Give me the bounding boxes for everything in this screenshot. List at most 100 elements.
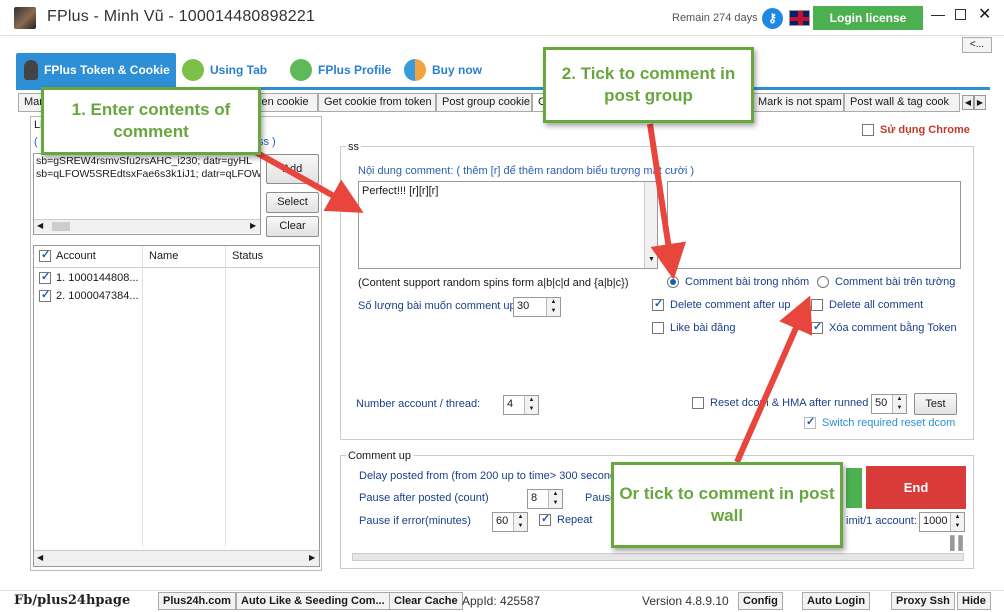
- column-account[interactable]: Account: [56, 250, 96, 262]
- maximize-icon[interactable]: [955, 9, 966, 20]
- comment-scrollbar[interactable]: ▼: [644, 182, 657, 268]
- pause-error-label: Pause if error(minutes): [359, 515, 471, 527]
- pause-error-stepper[interactable]: 60 ▲ ▼: [492, 512, 528, 532]
- minimize-icon[interactable]: —: [930, 6, 946, 22]
- end-button[interactable]: End: [866, 466, 966, 509]
- scroll-right-icon[interactable]: ▶: [309, 553, 315, 562]
- option-delete-after[interactable]: Delete comment after up: [652, 297, 791, 311]
- hide-button[interactable]: Hide: [957, 592, 991, 610]
- like-post-checkbox[interactable]: [652, 322, 664, 334]
- table-scrollbar[interactable]: ◀ ▶: [34, 550, 319, 566]
- limit-value: 1000: [923, 515, 948, 527]
- clear-button[interactable]: Clear: [266, 216, 319, 237]
- switch-dcom-checkbox[interactable]: [804, 415, 816, 429]
- limit-stepper[interactable]: 1000 ▲ ▼: [919, 512, 965, 532]
- reset-dcom-checkbox[interactable]: [692, 397, 704, 409]
- auto-like-button[interactable]: Auto Like & Seeding Com...: [236, 592, 390, 610]
- config-button[interactable]: Config: [738, 592, 783, 610]
- table-row[interactable]: 1. 1000144808...: [34, 270, 319, 288]
- test-button[interactable]: Test: [914, 393, 957, 415]
- option-repeat[interactable]: Repeat: [539, 512, 592, 526]
- thread-label: Number account / thread:: [356, 398, 481, 410]
- scroll-left-icon[interactable]: ◀: [37, 221, 43, 230]
- select-button[interactable]: Select: [266, 192, 319, 213]
- remain-days: Remain 274 days: [672, 12, 758, 24]
- start-button[interactable]: [846, 468, 862, 508]
- comment-textarea[interactable]: Perfect!!! [r][r][r]: [358, 181, 658, 269]
- proxy-ssh-button[interactable]: Proxy Ssh: [891, 592, 955, 610]
- subtab-get-cookie[interactable]: Get cookie from token: [318, 93, 436, 112]
- use-chrome-checkbox[interactable]: [862, 124, 874, 136]
- scroll-left-icon[interactable]: ◀: [37, 553, 43, 562]
- option-delete-token[interactable]: Xóa comment bằng Token: [811, 320, 957, 334]
- stepper-arrows-icon[interactable]: ▲ ▼: [892, 395, 906, 413]
- spin-note: (Content support random spins form a|b|c…: [358, 277, 629, 289]
- pause-after-stepper[interactable]: 8 ▲ ▼: [527, 489, 563, 509]
- footer-page-link[interactable]: Fb/plus24hpage: [14, 593, 130, 608]
- delete-after-checkbox[interactable]: [652, 297, 664, 311]
- repeat-checkbox[interactable]: [539, 512, 551, 526]
- delete-all-checkbox[interactable]: [811, 299, 823, 311]
- option-comment-wall[interactable]: Comment bài trên tường: [817, 276, 955, 288]
- option-reset-dcom[interactable]: Reset dcom & HMA after runned: [692, 397, 868, 409]
- stepper-arrows-icon[interactable]: ▲ ▼: [513, 513, 527, 531]
- tab-token-cookie[interactable]: FPlus Token & Cookie: [16, 53, 176, 87]
- qty-stepper[interactable]: 30 ▲ ▼: [513, 297, 561, 317]
- stepper-arrows-icon[interactable]: ▲ ▼: [524, 396, 538, 414]
- progress-bar: [352, 553, 964, 561]
- column-name[interactable]: Name: [149, 250, 178, 262]
- stepper-arrows-icon[interactable]: ▲ ▼: [950, 513, 964, 531]
- back-button[interactable]: <...: [962, 37, 992, 53]
- close-icon[interactable]: ✕: [978, 4, 991, 24]
- reset-stepper[interactable]: 50 ▲ ▼: [871, 394, 907, 414]
- stepper-arrows-icon[interactable]: ▲ ▼: [546, 298, 560, 316]
- tab-using[interactable]: Using Tab: [182, 53, 267, 87]
- auto-login-button[interactable]: Auto Login: [802, 592, 871, 610]
- subtab-scroll[interactable]: ◀ ▶: [962, 95, 988, 110]
- refresh-icon: [404, 59, 426, 81]
- delete-token-checkbox[interactable]: [811, 320, 823, 334]
- pause-error-value: 60: [496, 515, 509, 527]
- use-chrome-option[interactable]: Sử dụng Chrome: [862, 124, 970, 136]
- scroll-thumb[interactable]: [52, 222, 70, 231]
- login-license-button[interactable]: Login license: [813, 6, 923, 30]
- tab-buy-now[interactable]: Buy now: [404, 53, 482, 87]
- option-delete-all[interactable]: Delete all comment: [811, 299, 923, 311]
- option-label: Delete all comment: [829, 299, 924, 311]
- table-row[interactable]: 2. 1000047384...: [34, 288, 319, 306]
- plus24h-button[interactable]: Plus24h.com: [158, 592, 236, 610]
- option-like-post[interactable]: Like bài đăng: [652, 322, 735, 334]
- thread-stepper[interactable]: 4 ▲ ▼: [503, 395, 539, 415]
- callout-tick-wall: Or tick to comment in post wall: [611, 462, 843, 548]
- column-status[interactable]: Status: [232, 250, 263, 262]
- option-label: Comment bài trong nhóm: [685, 276, 810, 288]
- account-cell: 2. 1000047384...: [56, 290, 139, 302]
- cookie-scrollbar[interactable]: ◀ ▶: [34, 219, 260, 233]
- subtab-post-group[interactable]: Post group cookie: [436, 93, 532, 112]
- key-icon[interactable]: ⚷: [762, 8, 783, 29]
- subtab-post-wall[interactable]: Post wall & tag cook: [844, 93, 960, 112]
- radio-comment-group[interactable]: [667, 276, 679, 288]
- radio-comment-wall[interactable]: [817, 276, 829, 288]
- subtab-mark-spam[interactable]: Mark is not spam: [752, 93, 844, 112]
- row-checkbox[interactable]: [39, 270, 51, 285]
- secondary-comment-textarea[interactable]: [667, 181, 961, 269]
- uk-flag-icon[interactable]: [789, 10, 810, 26]
- tab-profile[interactable]: FPlus Profile: [290, 53, 391, 87]
- scroll-left-icon[interactable]: ◀: [962, 95, 974, 110]
- add-button[interactable]: Add: [266, 154, 319, 184]
- cookie-line: sb=gSREW4rsmvSfu2rsAHC_i230; datr=gyHL: [36, 155, 252, 167]
- comment-up-label: Comment up: [346, 450, 413, 462]
- stepper-arrows-icon[interactable]: ▲ ▼: [548, 490, 562, 508]
- option-switch-dcom[interactable]: Switch required reset dcom: [804, 415, 955, 429]
- option-comment-group[interactable]: Comment bài trong nhóm: [667, 276, 809, 288]
- scroll-right-icon[interactable]: ▶: [974, 95, 986, 110]
- option-label: Delete comment after up: [670, 299, 791, 311]
- row-checkbox[interactable]: [39, 288, 51, 303]
- pause-icon[interactable]: ▌▌: [950, 535, 967, 550]
- window-title: FPlus - Minh Vũ - 100014480898221: [47, 8, 316, 25]
- select-all-checkbox[interactable]: [39, 248, 51, 263]
- scroll-right-icon[interactable]: ▶: [250, 221, 256, 230]
- scroll-down-icon[interactable]: ▼: [648, 256, 655, 263]
- clear-cache-button[interactable]: Clear Cache: [389, 592, 463, 610]
